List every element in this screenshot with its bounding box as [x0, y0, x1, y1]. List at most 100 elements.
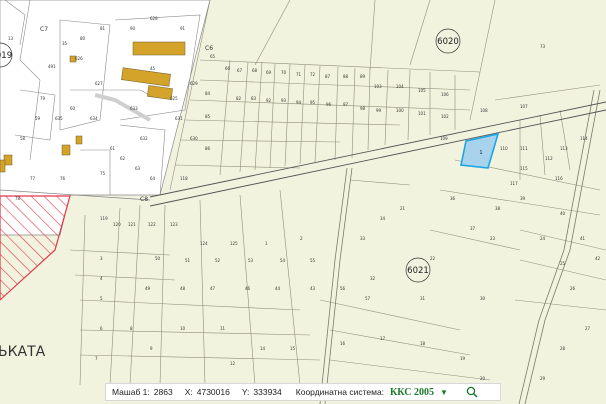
parcel-number: 75	[100, 171, 106, 176]
parcel-number: 97	[343, 102, 349, 107]
parcel-number: 60	[70, 106, 76, 111]
cadastral-map[interactable]: 1 6020 6021 019 ЬКАТА C7 C6 C8 736286276…	[0, 0, 606, 404]
parcel-number: 90	[130, 26, 136, 31]
parcel-number: 86	[205, 146, 211, 151]
parcel-number: 44	[275, 286, 281, 291]
status-bar: Машаб 1: 2863 X: 4730016 Y: 333934 Коорд…	[105, 383, 501, 401]
parcel-number: 78	[15, 196, 21, 201]
parcel-number: 45	[150, 66, 156, 71]
crs-label: Координатна система:	[295, 387, 385, 397]
parcel-number: 83	[251, 96, 257, 101]
parcel-number: 22	[430, 256, 436, 261]
parcel-number: 50	[155, 256, 161, 261]
svg-text:019: 019	[0, 51, 12, 61]
parcel-number: 38	[495, 206, 501, 211]
parcel-number: 125	[230, 241, 238, 246]
parcel-number: 29	[540, 376, 546, 381]
parcel-number: 101	[418, 111, 426, 116]
parcel-number: 15	[290, 346, 296, 351]
parcel-number: 72	[310, 72, 316, 77]
selected-parcel-label: 1	[479, 150, 482, 156]
junction-label-c8: C8	[140, 196, 148, 203]
parcel-number: 85	[205, 114, 211, 119]
x-label: X:	[184, 387, 193, 397]
parcel-number: 19	[460, 356, 466, 361]
parcel-number: 94	[296, 100, 302, 105]
parcel-number: 34	[380, 216, 386, 221]
parcel-number: 631	[175, 116, 183, 121]
parcel-number: 54	[280, 258, 286, 263]
parcel-number: 95	[310, 100, 316, 105]
parcel-number: 110	[500, 146, 508, 151]
parcel-number: 93	[281, 98, 287, 103]
parcel-number: 100	[396, 108, 404, 113]
parcel-number: 628	[150, 16, 158, 21]
y-value: 333934	[253, 387, 282, 397]
parcel-number: 98	[360, 106, 366, 111]
parcel-number: 31	[420, 296, 426, 301]
parcel-number: 87	[325, 74, 331, 79]
parcel-number: 91	[180, 26, 186, 31]
parcel-number: 111	[520, 146, 528, 151]
parcel-number: 113	[560, 146, 568, 151]
parcel-number: 10	[180, 326, 186, 331]
parcel-number: 117	[510, 181, 518, 186]
parcel-number: 635	[55, 116, 63, 121]
parcel-number: 71	[296, 72, 302, 77]
parcel-number: 66	[225, 66, 231, 71]
parcel-number: 20	[480, 376, 486, 381]
parcel-number: 13	[8, 36, 14, 41]
parcel-number: 32	[370, 276, 376, 281]
crs-select[interactable]: ККС 2005	[390, 387, 434, 398]
parcel-number: 89	[360, 74, 366, 79]
junction-label-c7: C7	[40, 26, 48, 33]
parcel-number: 107	[520, 104, 528, 109]
parcel-number: 30	[480, 296, 486, 301]
parcel-number: 114	[580, 136, 588, 141]
parcel-number: 121	[128, 222, 136, 227]
parcel-number: 626	[75, 56, 83, 61]
parcel-number: 70	[281, 70, 287, 75]
parcel-number: 96	[326, 102, 332, 107]
parcel-number: 102	[441, 114, 449, 119]
parcel-number: 62	[120, 156, 126, 161]
parcel-number: 23	[490, 236, 496, 241]
parcel-number: 629	[190, 81, 198, 86]
parcel-number: 43	[310, 286, 316, 291]
parcel-number: 37	[470, 226, 476, 231]
scale-value[interactable]: 2863	[154, 387, 173, 397]
parcel-number: 73	[540, 44, 546, 49]
parcel-number: 103	[374, 84, 382, 89]
search-icon[interactable]	[466, 386, 478, 398]
parcel-number: 69	[266, 70, 272, 75]
parcel-number: 634	[90, 116, 98, 121]
parcel-number: 35	[62, 41, 68, 46]
parcel-number: 77	[30, 176, 36, 181]
parcel-number: 106	[441, 92, 449, 97]
svg-text:6020: 6020	[437, 37, 459, 47]
parcel-number: 40	[560, 211, 566, 216]
x-value: 4730016	[196, 387, 230, 397]
parcel-number: 56	[340, 286, 346, 291]
parcel-number: 12	[230, 361, 236, 366]
parcel-number: 116	[555, 176, 563, 181]
crs-dropdown-arrow-icon[interactable]: ▼	[440, 388, 448, 397]
parcel-number: 25	[560, 261, 566, 266]
parcel-number: 81	[100, 26, 106, 31]
parcel-number: 105	[418, 88, 426, 93]
svg-text:6021: 6021	[407, 266, 429, 276]
parcel-number: 68	[252, 68, 258, 73]
parcel-number: 491	[48, 64, 56, 69]
parcel-number: 51	[185, 258, 191, 263]
parcel-number: 80	[80, 36, 86, 41]
parcel-number: 14	[260, 346, 266, 351]
parcel-number: 42	[595, 256, 601, 261]
parcel-number: 53	[248, 258, 254, 263]
parcel-number: 123	[170, 222, 178, 227]
parcel-number: 39	[520, 196, 526, 201]
parcel-number: 115	[520, 166, 528, 171]
parcel-number: 76	[60, 176, 66, 181]
parcel-number: 17	[380, 336, 386, 341]
scale-label: Машаб 1:	[112, 387, 150, 397]
parcel-number: 112	[545, 156, 553, 161]
